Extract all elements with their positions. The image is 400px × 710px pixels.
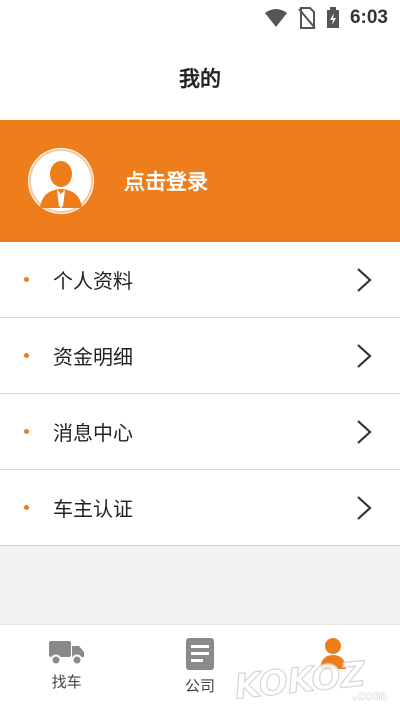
menu-item-funds[interactable]: 资金明细 bbox=[0, 318, 400, 394]
page-title: 我的 bbox=[179, 67, 221, 91]
person-icon bbox=[320, 638, 347, 669]
tab-mine[interactable] bbox=[267, 625, 400, 710]
wifi-icon bbox=[264, 9, 287, 27]
menu-list: 个人资料 资金明细 消息中心 车主认证 bbox=[0, 242, 400, 546]
menu-item-profile[interactable]: 个人资料 bbox=[0, 242, 400, 318]
menu-item-label: 消息中心 bbox=[53, 421, 133, 445]
user-avatar-icon bbox=[29, 149, 93, 213]
truck-icon bbox=[48, 641, 84, 666]
battery-charging-icon bbox=[326, 7, 339, 28]
menu-item-messages[interactable]: 消息中心 bbox=[0, 394, 400, 470]
header: 我的 bbox=[0, 36, 400, 120]
chevron-right-icon bbox=[357, 495, 372, 520]
document-icon bbox=[185, 638, 214, 670]
avatar[interactable] bbox=[28, 148, 94, 214]
chevron-right-icon bbox=[357, 343, 372, 368]
menu-item-label: 资金明细 bbox=[53, 345, 133, 369]
status-time: 6:03 bbox=[349, 7, 388, 28]
tab-company[interactable]: 公司 bbox=[133, 625, 266, 710]
bullet-dot bbox=[24, 429, 29, 434]
chevron-right-icon bbox=[357, 267, 372, 292]
tab-label: 找车 bbox=[51, 673, 82, 691]
menu-item-owner-verification[interactable]: 车主认证 bbox=[0, 470, 400, 546]
tab-find-truck[interactable]: 找车 bbox=[0, 625, 133, 710]
no-sim-icon bbox=[298, 7, 316, 29]
bottom-tab-bar: 找车 公司 bbox=[0, 624, 400, 710]
bullet-dot bbox=[24, 353, 29, 358]
chevron-right-icon bbox=[357, 419, 372, 444]
bullet-dot bbox=[24, 277, 29, 282]
login-link[interactable]: 点击登录 bbox=[124, 166, 208, 196]
status-bar: 6:03 bbox=[0, 0, 400, 36]
profile-banner: 点击登录 bbox=[0, 120, 400, 242]
menu-item-label: 车主认证 bbox=[53, 497, 133, 521]
bullet-dot bbox=[24, 505, 29, 510]
menu-item-label: 个人资料 bbox=[53, 269, 133, 293]
tab-label: 公司 bbox=[184, 677, 215, 695]
